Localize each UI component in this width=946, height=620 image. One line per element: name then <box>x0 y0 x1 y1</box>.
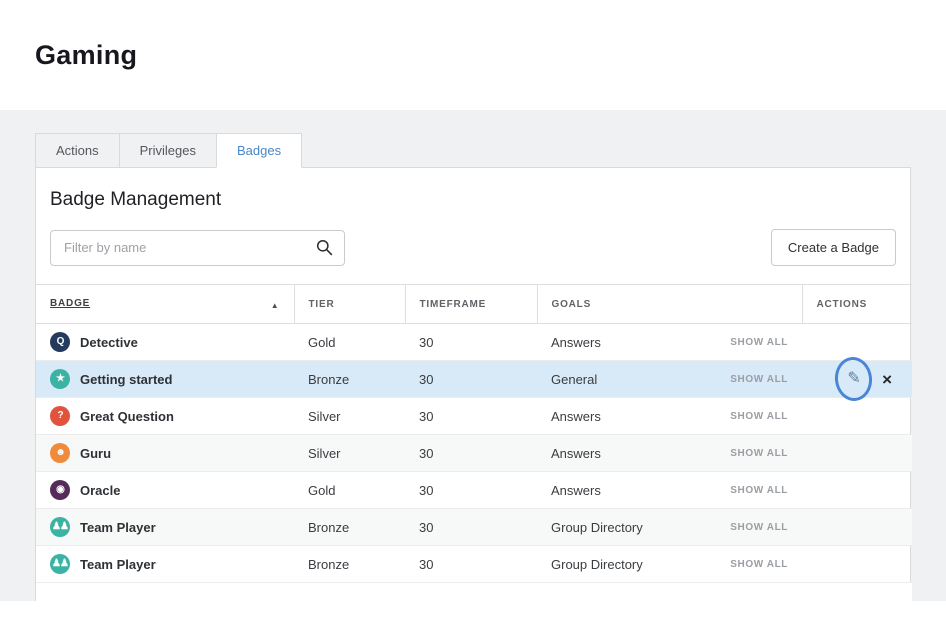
eye-badge-icon: ◉ <box>50 480 70 500</box>
timeframe-cell: 30 <box>405 324 537 361</box>
tier-cell: Bronze <box>294 509 405 546</box>
edit-badge-button[interactable]: ✎ <box>843 368 865 390</box>
people-badge-icon: ♟♟ <box>50 517 70 537</box>
star-badge-icon: ★ <box>50 369 70 389</box>
goals-cell: Answers <box>551 446 601 461</box>
badge-table-body: QDetectiveGold30AnswersSHOW ALL★Getting … <box>36 324 912 620</box>
goals-cell: Answers <box>551 335 601 350</box>
tier-cell: Silver <box>294 398 405 435</box>
timeframe-cell: 30 <box>405 398 537 435</box>
timeframe-cell: 30 <box>405 546 537 583</box>
column-header-actions: ACTIONS <box>802 285 912 324</box>
column-header-timeframe[interactable]: TIMEFRAME <box>405 285 537 324</box>
badge-management-panel: Badge Management Create a Badge BADGE ▲ <box>35 167 911 601</box>
table-row-partial <box>36 583 912 620</box>
table-row[interactable]: ◉ Oracle Gold30 Answers SHOW ALL <box>36 472 912 509</box>
show-all-link[interactable]: SHOW ALL <box>730 337 788 348</box>
tier-cell: Gold <box>294 472 405 509</box>
table-row[interactable]: Q Detective Gold30 Answers SHOW ALL <box>36 324 912 361</box>
timeframe-cell: 30 <box>405 472 537 509</box>
goals-cell: Group Directory <box>551 557 643 572</box>
tier-cell: Silver <box>294 435 405 472</box>
column-header-tier[interactable]: TIER <box>294 285 405 324</box>
tier-cell: Gold <box>294 324 405 361</box>
table-row[interactable]: ? Great Question Silver30 Answers SHOW ALL <box>36 398 912 435</box>
tab-badges[interactable]: Badges <box>216 133 302 168</box>
goals-cell: Answers <box>551 483 601 498</box>
create-badge-button[interactable]: Create a Badge <box>771 229 896 266</box>
toolbar: Create a Badge <box>36 229 910 266</box>
filter-by-name-input[interactable] <box>50 230 345 266</box>
magnifier-badge-icon: Q <box>50 332 70 352</box>
column-header-goals[interactable]: GOALS <box>537 285 802 324</box>
badge-name: Team Player <box>80 520 156 535</box>
table-header: BADGE ▲ TIER TIMEFRAME GOALS ACTIONS <box>36 285 912 324</box>
content-area: Actions Privileges Badges Badge Manageme… <box>0 110 946 601</box>
badge-name: Getting started <box>80 372 172 387</box>
tab-bar: Actions Privileges Badges <box>35 133 911 168</box>
timeframe-cell: 30 <box>405 361 537 398</box>
timeframe-cell: 30 <box>405 435 537 472</box>
goals-cell: Answers <box>551 409 601 424</box>
people-badge-icon: ♟♟ <box>50 554 70 574</box>
badge-name: Great Question <box>80 409 174 424</box>
goals-cell: General <box>551 372 597 387</box>
badges-table: BADGE ▲ TIER TIMEFRAME GOALS ACTIONS Q De… <box>36 284 912 620</box>
tier-cell: Bronze <box>294 361 405 398</box>
table-row[interactable]: ★ Getting started Bronze30 General SHOW ALL ✎… <box>36 361 912 398</box>
tier-cell: Bronze <box>294 546 405 583</box>
tab-actions[interactable]: Actions <box>35 133 120 168</box>
page-title: Gaming <box>35 40 137 71</box>
column-header-badge[interactable]: BADGE ▲ <box>36 285 294 324</box>
badge-name: Team Player <box>80 557 156 572</box>
show-all-link[interactable]: SHOW ALL <box>730 559 788 570</box>
edit-pencil-icon: ✎ <box>847 371 860 387</box>
show-all-link[interactable]: SHOW ALL <box>730 485 788 496</box>
table-row[interactable]: ♟♟ Team Player Bronze30 Group Directory SHOW… <box>36 509 912 546</box>
show-all-link[interactable]: SHOW ALL <box>730 411 788 422</box>
person-badge-icon: ☻ <box>50 443 70 463</box>
question-badge-icon: ? <box>50 406 70 426</box>
table-row[interactable]: ☻ Guru Silver30 Answers SHOW ALL <box>36 435 912 472</box>
sort-ascending-icon: ▲ <box>271 301 280 310</box>
goals-cell: Group Directory <box>551 520 643 535</box>
timeframe-cell: 30 <box>405 509 537 546</box>
badge-name: Detective <box>80 335 138 350</box>
filter-wrap <box>50 230 345 266</box>
table-row[interactable]: ♟♟ Team Player Bronze30 Group Directory SHOW… <box>36 546 912 583</box>
panel-heading: Badge Management <box>50 189 896 211</box>
remove-badge-icon[interactable]: × <box>882 371 892 388</box>
show-all-link[interactable]: SHOW ALL <box>730 448 788 459</box>
tab-privileges[interactable]: Privileges <box>119 133 217 168</box>
page-header: Gaming <box>0 0 946 110</box>
search-icon <box>316 239 333 256</box>
badge-name: Oracle <box>80 483 120 498</box>
show-all-link[interactable]: SHOW ALL <box>730 522 788 533</box>
show-all-link[interactable]: SHOW ALL <box>730 374 788 385</box>
badge-name: Guru <box>80 446 111 461</box>
